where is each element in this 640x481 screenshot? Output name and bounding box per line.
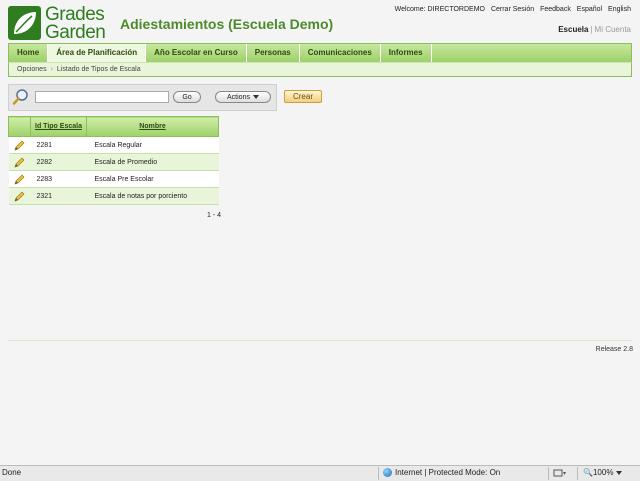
- leaf-logo-icon: [8, 6, 41, 40]
- context-escuela-link[interactable]: Escuela: [558, 25, 588, 34]
- magnifier-zoom-icon: 🔍: [583, 468, 593, 477]
- context-mi-cuenta-link[interactable]: Mi Cuenta: [595, 25, 631, 34]
- browser-status-bar: Done Internet | Protected Mode: On 🔍100%: [0, 465, 640, 481]
- tab-informes[interactable]: Informes: [381, 44, 432, 62]
- main-nav: Home Área de Planificación Año Escolar e…: [8, 43, 632, 62]
- search-input[interactable]: [35, 91, 169, 103]
- header-id-sort[interactable]: Id Tipo Escala: [30, 116, 87, 137]
- tab-ano-escolar[interactable]: Año Escolar en Curso: [146, 44, 247, 62]
- status-separator: [378, 467, 379, 480]
- feedback-link[interactable]: Feedback: [540, 6, 571, 13]
- context-switch: Escuela | Mi Cuenta: [558, 25, 631, 34]
- footer-divider: [8, 340, 632, 341]
- cell-id: 2282: [30, 153, 87, 171]
- cell-name: Escala Pre Escolar: [86, 170, 219, 188]
- pencil-edit-icon[interactable]: [14, 140, 25, 151]
- globe-icon: [383, 468, 392, 478]
- search-icon[interactable]: [12, 88, 30, 106]
- pagination-range: 1 - 4: [207, 212, 222, 219]
- table-row: 2282 Escala de Promedio: [8, 153, 219, 171]
- actions-button[interactable]: Actions: [215, 91, 271, 103]
- release-version: Release 2.8: [595, 346, 633, 353]
- logo-text-line2: Garden: [45, 22, 106, 43]
- cell-name: Escala de notas por porciento: [86, 187, 219, 205]
- cell-name: Escala Regular: [86, 136, 219, 154]
- cell-name: Escala de Promedio: [86, 153, 219, 171]
- caret-down-icon: [616, 470, 623, 475]
- table-row: 2321 Escala de notas por porciento: [8, 187, 219, 205]
- logout-link[interactable]: Cerrar Sesión: [491, 6, 534, 13]
- status-separator: [548, 467, 549, 480]
- pencil-edit-icon[interactable]: [14, 191, 25, 202]
- app-title: Adiestamientos (Escuela Demo): [120, 16, 334, 32]
- cell-id: 2321: [30, 187, 87, 205]
- caret-down-icon: [252, 95, 259, 100]
- scale-types-table: Id Tipo Escala Nombre 2281 Escala Regula…: [8, 116, 219, 205]
- chevron-right-icon: ›: [50, 66, 53, 73]
- tab-area-planificacion[interactable]: Área de Planificación: [48, 44, 147, 62]
- english-link[interactable]: English: [608, 6, 631, 13]
- top-links: Welcome: DIRECTORDEMO Cerrar Sesión Feed…: [391, 6, 631, 13]
- context-separator: |: [590, 25, 593, 34]
- breadcrumb: Opciones › Listado de Tipos de Escala: [8, 62, 632, 77]
- search-bar: Go Actions: [8, 84, 277, 111]
- pencil-edit-icon[interactable]: [14, 157, 25, 168]
- spanish-link[interactable]: Español: [577, 6, 602, 13]
- welcome-text: Welcome: DIRECTORDEMO: [394, 6, 485, 13]
- breadcrumb-current: Listado de Tipos de Escala: [56, 66, 141, 73]
- cell-id: 2283: [30, 170, 87, 188]
- tab-personas[interactable]: Personas: [247, 44, 300, 62]
- status-done-text: Done: [2, 468, 22, 477]
- actions-label: Actions: [227, 94, 250, 101]
- header-edit: [8, 116, 31, 137]
- cell-id: 2281: [30, 136, 87, 154]
- pencil-edit-icon[interactable]: [14, 174, 25, 185]
- header-name-sort[interactable]: Nombre: [86, 116, 219, 137]
- zoom-level: 100%: [592, 468, 614, 477]
- table-row: 2283 Escala Pre Escolar: [8, 170, 219, 188]
- table-row: 2281 Escala Regular: [8, 136, 219, 154]
- grades-garden-logo[interactable]: Grades Garden: [8, 4, 112, 43]
- security-zone[interactable]: Internet | Protected Mode: On: [383, 466, 500, 480]
- tab-comunicaciones[interactable]: Comunicaciones: [300, 44, 381, 62]
- go-button[interactable]: Go: [173, 91, 201, 103]
- zoom-control[interactable]: 🔍100%: [583, 466, 623, 480]
- status-separator: [577, 467, 578, 480]
- breadcrumb-opciones[interactable]: Opciones: [17, 66, 47, 73]
- protected-mode-icon[interactable]: [553, 468, 567, 478]
- crear-button[interactable]: Crear: [284, 90, 322, 103]
- security-zone-text: Internet | Protected Mode: On: [395, 468, 501, 477]
- tab-home[interactable]: Home: [9, 44, 49, 62]
